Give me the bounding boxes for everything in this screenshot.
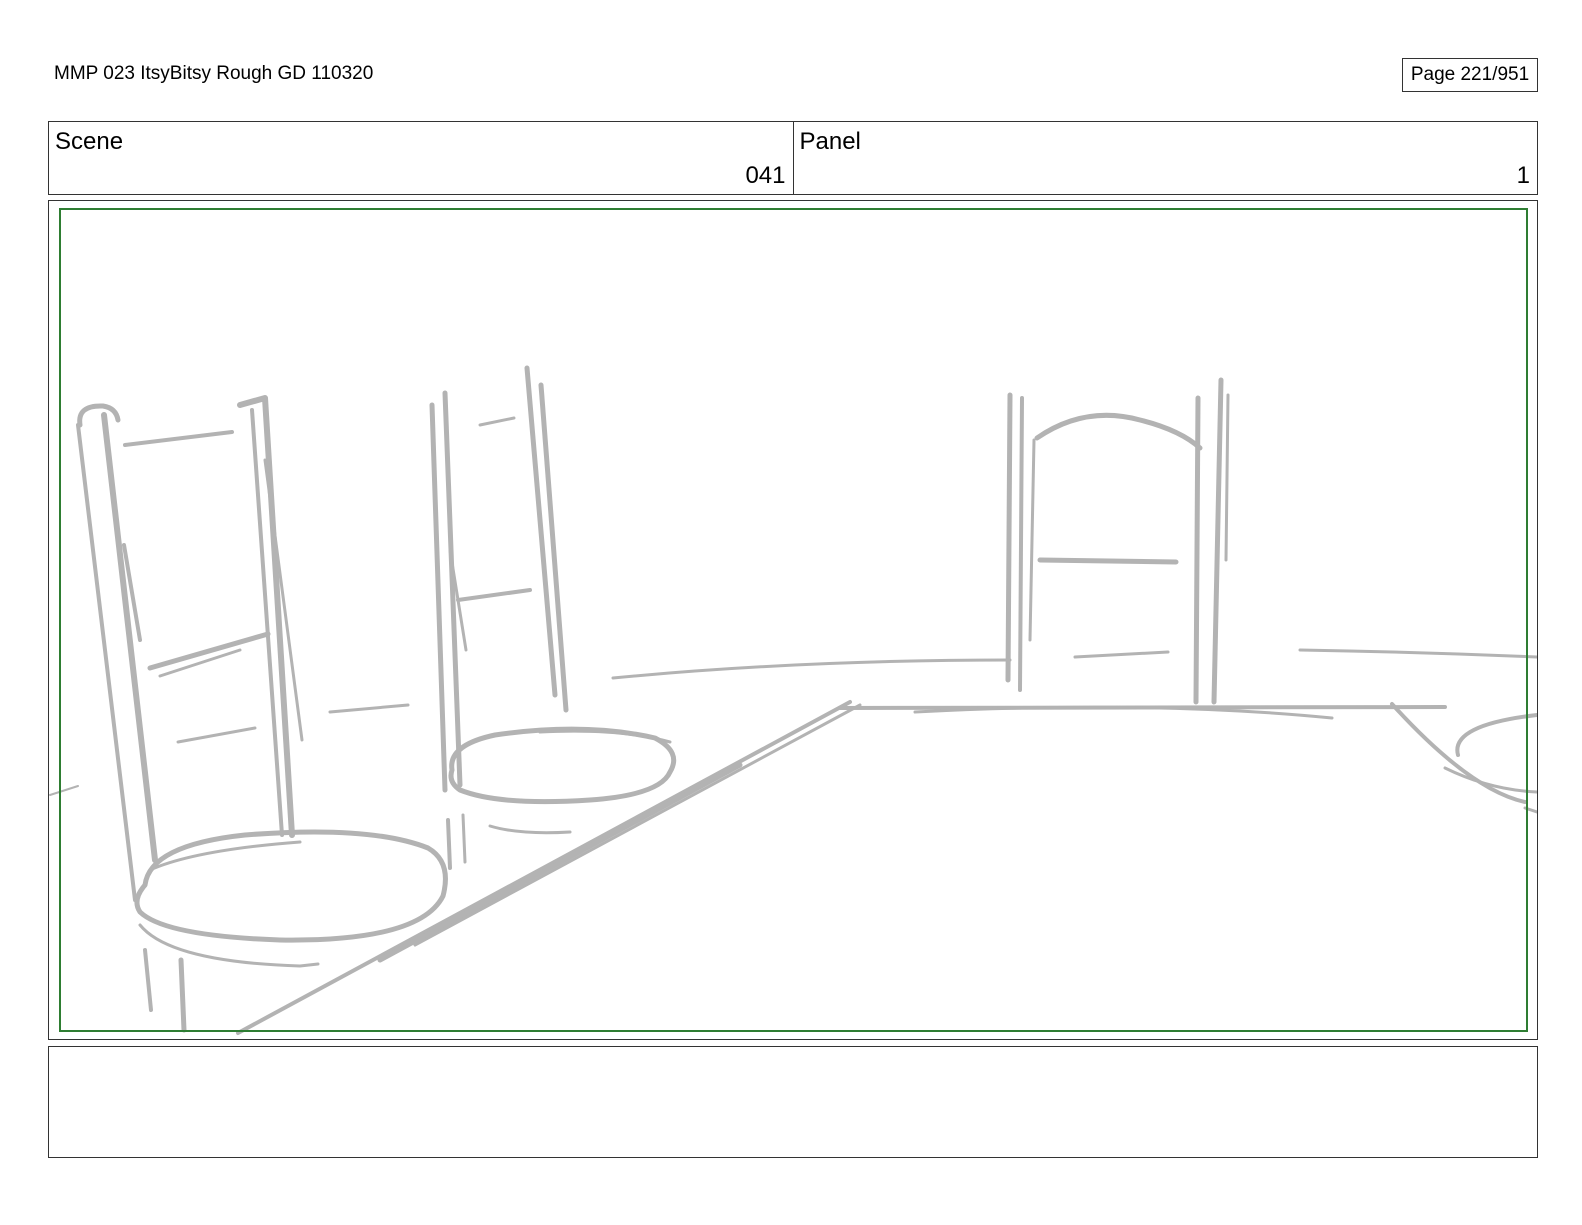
panel-cell: Panel 1: [792, 122, 1538, 194]
panel-number: 1: [1516, 162, 1530, 189]
scene-cell: Scene 041: [49, 122, 793, 194]
page-number-badge: Page 221/951: [1402, 58, 1538, 92]
document-title: MMP 023 ItsyBitsy Rough GD 110320: [54, 63, 374, 84]
storyboard-sketch-drawing: [49, 365, 1537, 1035]
panel-notes-box: [48, 1046, 1538, 1158]
scene-label: Scene: [55, 128, 124, 155]
back-left-chair-sketch: [429, 365, 677, 870]
scene-number: 041: [745, 162, 786, 189]
panel-label: Panel: [799, 128, 861, 155]
left-chair-sketch: [49, 395, 448, 1033]
scene-panel-info-row: Scene 041 Panel 1: [48, 121, 1538, 195]
table-sketch: [236, 648, 1537, 1035]
